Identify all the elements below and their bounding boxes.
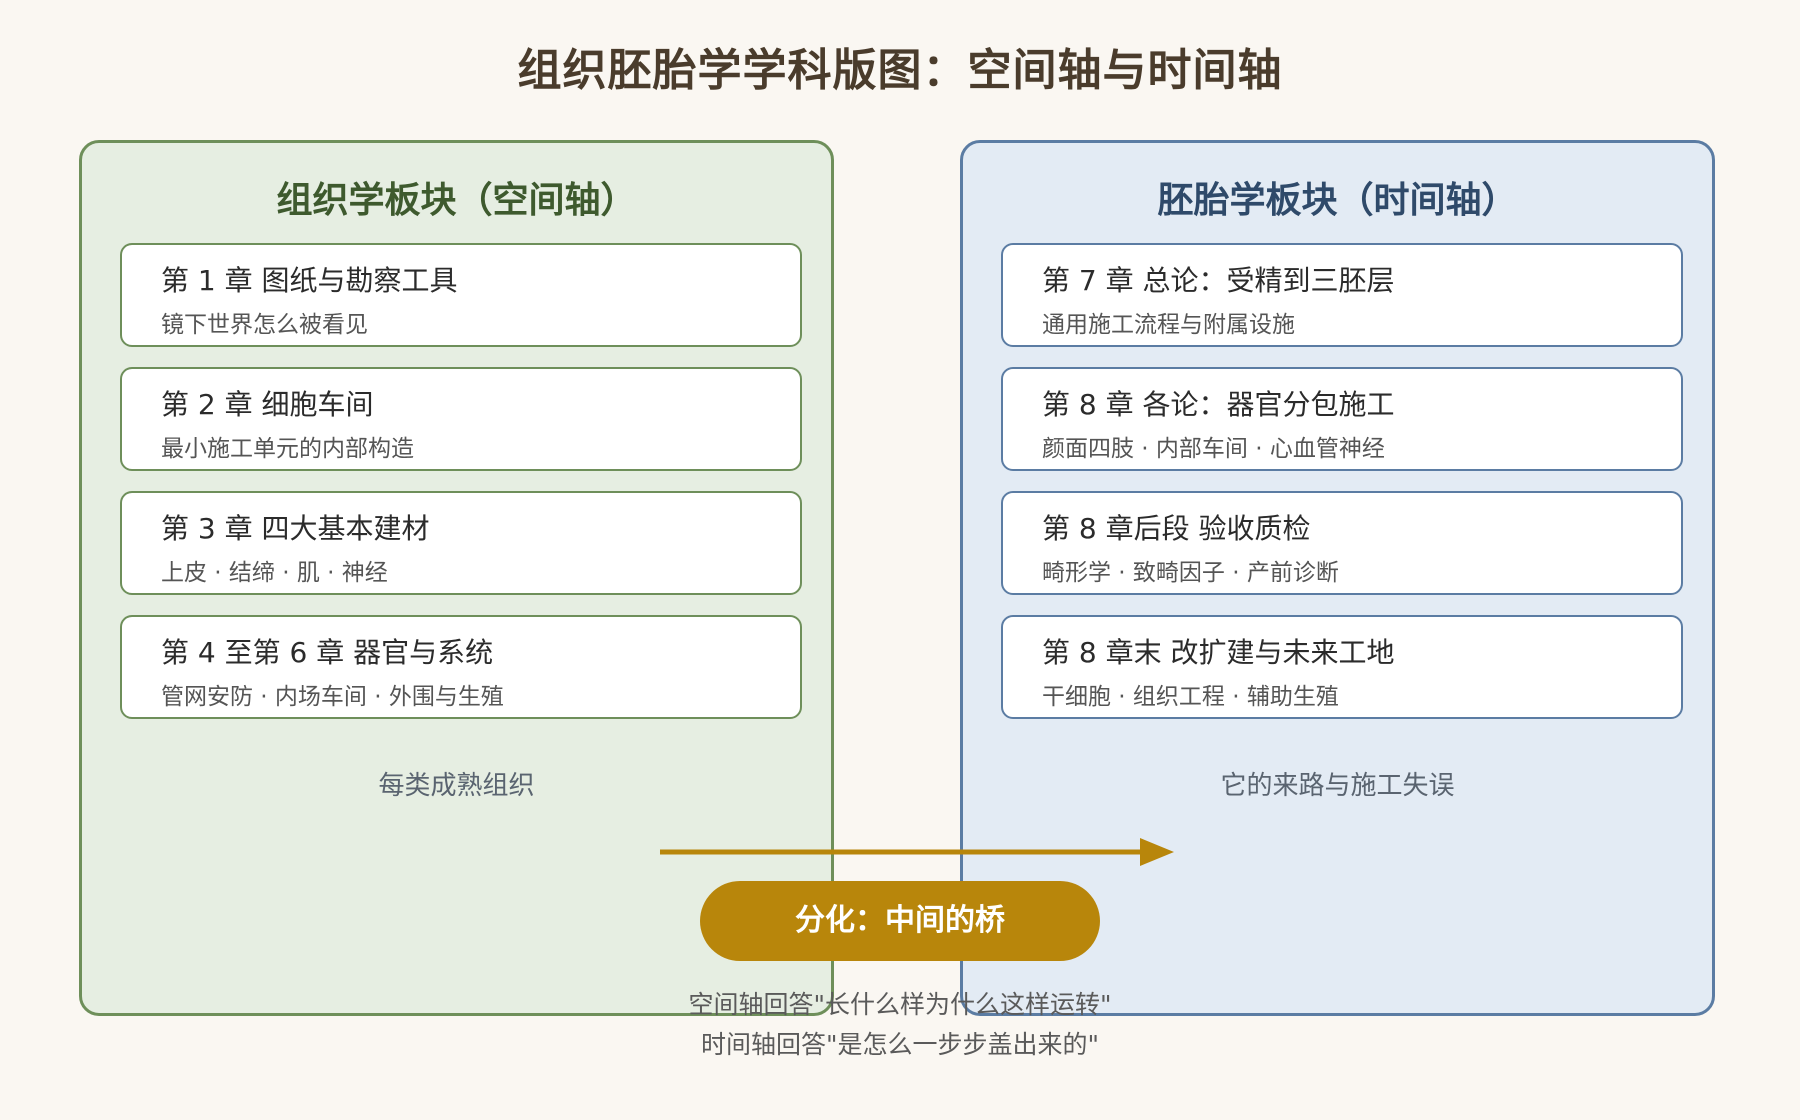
chapter-card-3: 第 3 章 四大基本建材 上皮 · 结缔 · 肌 · 神经 bbox=[120, 491, 802, 595]
chapter-card-2: 第 2 章 细胞车间 最小施工单元的内部构造 bbox=[120, 367, 802, 471]
chapter-card-title: 第 2 章 细胞车间 bbox=[161, 388, 374, 421]
chapter-card-subtitle: 通用施工流程与附属设施 bbox=[1042, 312, 1295, 338]
chapter-card-title: 第 8 章 各论：器官分包施工 bbox=[1042, 388, 1395, 421]
chapter-card-title: 第 3 章 四大基本建材 bbox=[161, 512, 430, 545]
chapter-card-subtitle: 颜面四肢 · 内部车间 · 心血管神经 bbox=[1042, 436, 1385, 462]
chapter-card-subtitle: 干细胞 · 组织工程 · 辅助生殖 bbox=[1042, 684, 1339, 710]
histology-panel-title: 组织学板块（空间轴） bbox=[276, 180, 637, 221]
chapter-card-1: 第 1 章 图纸与勘察工具 镜下世界怎么被看见 bbox=[120, 243, 802, 347]
bridge-note-line2: 时间轴回答"是怎么一步步盖出来的" bbox=[701, 1030, 1099, 1059]
chapter-card-7: 第 7 章 总论：受精到三胚层 通用施工流程与附属设施 bbox=[1001, 243, 1683, 347]
chapter-card-subtitle: 畸形学 · 致畸因子 · 产前诊断 bbox=[1042, 560, 1339, 586]
chapter-card-4: 第 4 至第 6 章 器官与系统 管网安防 · 内场车间 · 外围与生殖 bbox=[120, 615, 802, 719]
chapter-card-title: 第 1 章 图纸与勘察工具 bbox=[161, 264, 458, 297]
chapter-card-subtitle: 镜下世界怎么被看见 bbox=[161, 312, 368, 338]
differentiation-bridge: 分化：中间的桥 bbox=[700, 881, 1100, 961]
chapter-card-title: 第 4 至第 6 章 器官与系统 bbox=[161, 636, 494, 669]
chapter-card-8c: 第 8 章末 改扩建与未来工地 干细胞 · 组织工程 · 辅助生殖 bbox=[1001, 615, 1683, 719]
chapter-card-title: 第 8 章后段 验收质检 bbox=[1042, 512, 1311, 545]
chapter-card-8b: 第 8 章后段 验收质检 畸形学 · 致畸因子 · 产前诊断 bbox=[1001, 491, 1683, 595]
embryology-panel-title: 胚胎学板块（时间轴） bbox=[1157, 180, 1518, 221]
arrow-right-icon bbox=[660, 838, 1174, 866]
chapter-card-subtitle: 上皮 · 结缔 · 肌 · 神经 bbox=[161, 560, 388, 586]
arrow-head bbox=[1140, 838, 1174, 866]
embryology-panel-footer: 它的来路与施工失误 bbox=[1220, 771, 1455, 801]
chapter-card-title: 第 8 章末 改扩建与未来工地 bbox=[1042, 636, 1395, 669]
chapter-card-8a: 第 8 章 各论：器官分包施工 颜面四肢 · 内部车间 · 心血管神经 bbox=[1001, 367, 1683, 471]
chapter-card-subtitle: 最小施工单元的内部构造 bbox=[161, 436, 414, 462]
histology-panel-footer: 每类成熟组织 bbox=[378, 771, 535, 801]
bridge-note-line1: 空间轴回答"长什么样为什么这样运转" bbox=[688, 990, 1112, 1019]
chapter-card-subtitle: 管网安防 · 内场车间 · 外围与生殖 bbox=[161, 684, 504, 710]
chapter-card-title: 第 7 章 总论：受精到三胚层 bbox=[1042, 264, 1395, 297]
page-title: 组织胚胎学学科版图：空间轴与时间轴 bbox=[517, 45, 1283, 96]
